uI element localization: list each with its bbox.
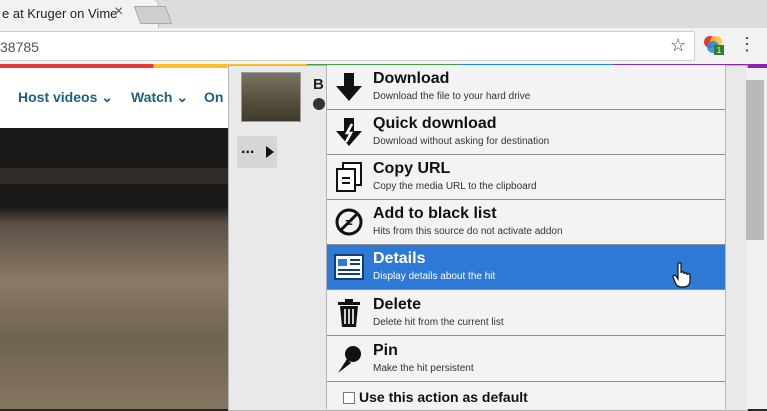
hit-title: B <box>313 76 324 93</box>
pin-icon <box>338 346 361 373</box>
nav-watch[interactable]: Watch ⌄ <box>131 89 188 106</box>
caret-right-icon <box>266 146 274 158</box>
nav-on[interactable]: On <box>204 89 223 105</box>
menu-item-desc: Delete hit from the current list <box>373 317 504 328</box>
quick-download-icon <box>336 118 362 146</box>
menu-item-label: Quick download <box>373 115 497 132</box>
default-action-checkbox[interactable] <box>343 392 355 404</box>
menu-item-desc: Display details about the hit <box>373 271 496 282</box>
menu-item-label: Pin <box>373 342 398 359</box>
address-text: 38785 <box>0 39 39 55</box>
menu-item-quick-download[interactable]: Quick download Download without asking f… <box>327 110 725 155</box>
details-icon <box>334 254 364 280</box>
more-label: ... <box>241 140 255 157</box>
menu-item-desc: Make the hit persistent <box>373 363 474 374</box>
hit-status-icon <box>313 98 325 110</box>
browser-tab[interactable]: e at Kruger on Vime × <box>0 0 159 28</box>
hand-cursor-icon <box>672 262 691 288</box>
menu-item-black-list[interactable]: = Add to black list Hits from this sourc… <box>327 200 725 245</box>
menu-item-label: Details <box>373 250 426 267</box>
default-action-label: Use this action as default <box>359 389 528 405</box>
menu-item-desc: Hits from this source do not activate ad… <box>373 226 563 237</box>
trash-icon <box>338 299 360 327</box>
page-scrollbar-thumb[interactable] <box>746 80 764 240</box>
star-icon[interactable]: ☆ <box>670 35 686 56</box>
menu-item-desc: Download the file to your hard drive <box>373 91 531 102</box>
nav-host-videos[interactable]: Host videos ⌄ <box>18 89 113 106</box>
video-thumbnail[interactable] <box>241 72 301 122</box>
menu-item-pin[interactable]: Pin Make the hit persistent <box>327 337 725 382</box>
copy-document-icon <box>336 162 362 192</box>
tab-strip: e at Kruger on Vime × <box>0 0 767 28</box>
action-menu: Download Download the file to your hard … <box>326 65 726 409</box>
more-actions-button[interactable]: ... <box>237 136 277 168</box>
extension-icon[interactable]: 1 <box>702 33 724 55</box>
extension-badge: 1 <box>717 46 722 55</box>
download-arrow-icon <box>336 73 362 101</box>
svg-text:=: = <box>345 215 353 230</box>
menu-item-desc: Download without asking for destination <box>373 136 550 147</box>
tab-title: e at Kruger on Vime <box>2 6 118 21</box>
menu-item-label: Download <box>373 70 450 87</box>
video-rail <box>0 168 240 184</box>
menu-item-label: Copy URL <box>373 160 451 177</box>
menu-item-desc: Copy the media URL to the clipboard <box>373 181 537 192</box>
menu-item-label: Delete <box>373 296 422 313</box>
default-action-row: Use this action as default <box>327 385 725 409</box>
address-bar[interactable]: 38785 ☆ <box>0 31 695 61</box>
site-nav: Host videos ⌄ Watch ⌄ On <box>0 68 240 128</box>
close-tab-icon[interactable]: × <box>114 3 123 21</box>
browser-menu-icon[interactable]: ⋮ <box>738 33 756 55</box>
browser-toolbar: 38785 ☆ <box>0 28 767 65</box>
menu-item-label: Add to black list <box>373 205 497 222</box>
menu-item-download[interactable]: Download Download the file to your hard … <box>327 65 725 110</box>
new-tab-button[interactable] <box>133 6 173 24</box>
block-icon: = <box>335 208 363 236</box>
menu-item-copy-url[interactable]: Copy URL Copy the media URL to the clipb… <box>327 155 725 200</box>
menu-item-delete[interactable]: Delete Delete hit from the current list <box>327 291 725 336</box>
menu-item-details[interactable]: Details Display details about the hit <box>327 245 725 290</box>
